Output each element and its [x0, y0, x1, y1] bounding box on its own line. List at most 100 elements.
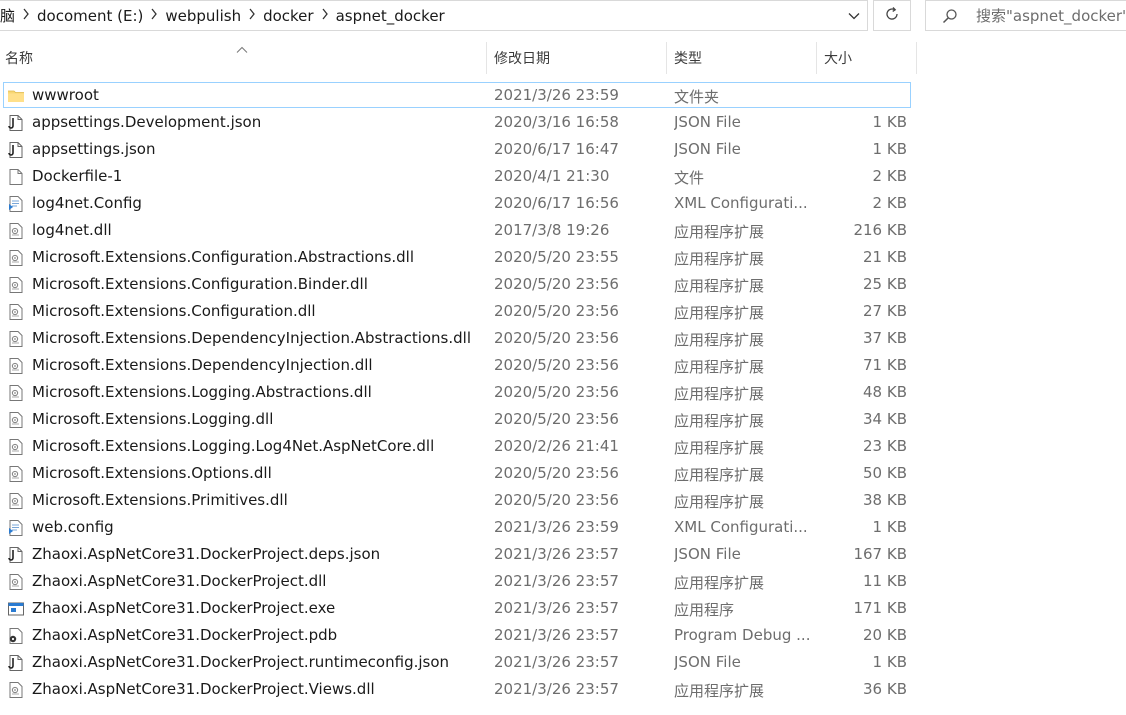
file-size: 38 KB	[863, 491, 907, 509]
column-header-size[interactable]: 大小	[817, 42, 916, 74]
file-type: Program Debug ...	[674, 626, 811, 644]
column-divider[interactable]	[916, 42, 917, 74]
file-name: Microsoft.Extensions.Logging.Abstraction…	[32, 383, 372, 401]
file-type: 应用程序扩展	[674, 250, 765, 268]
refresh-button[interactable]	[873, 0, 911, 31]
file-type: 应用程序扩展	[674, 277, 765, 295]
file-modified-date: 2020/3/16 16:58	[494, 113, 619, 131]
file-modified-date: 2021/3/26 23:57	[494, 653, 619, 671]
file-modified-date: 2020/5/20 23:56	[494, 410, 619, 428]
file-name: appsettings.Development.json	[32, 113, 262, 131]
json-file-icon	[7, 654, 25, 672]
file-name: Microsoft.Extensions.Logging.dll	[32, 410, 274, 428]
chevron-down-icon[interactable]	[841, 1, 867, 30]
column-header-label: 大小	[824, 51, 852, 67]
file-row[interactable]: appsettings.Development.json 2020/3/16 16…	[0, 109, 917, 136]
breadcrumb-item[interactable]: docoment (E:)	[37, 7, 143, 25]
file-row[interactable]: Microsoft.Extensions.Configuration.Binde…	[0, 271, 917, 298]
file-row[interactable]: Microsoft.Extensions.DependencyInjection…	[0, 325, 917, 352]
breadcrumb-item[interactable]: webpulish	[165, 7, 241, 25]
file-modified-date: 2020/6/17 16:56	[494, 194, 619, 212]
file-row[interactable]: Microsoft.Extensions.Logging.Abstraction…	[0, 379, 917, 406]
file-type: XML Configurati...	[674, 194, 808, 212]
file-type: 应用程序扩展	[674, 304, 765, 322]
file-row[interactable]: Microsoft.Extensions.Logging.dll 2020/5/2…	[0, 406, 917, 433]
file-row[interactable]: Microsoft.Extensions.Primitives.dll 2020/…	[0, 487, 917, 514]
file-type: 应用程序扩展	[674, 331, 765, 349]
search-icon	[942, 8, 964, 24]
column-header-type[interactable]: 类型	[667, 42, 816, 74]
breadcrumb-item[interactable]: aspnet_docker	[336, 7, 445, 25]
dll-file-icon	[7, 465, 25, 483]
file-row[interactable]: Zhaoxi.AspNetCore31.DockerProject.exe 202…	[0, 595, 917, 622]
file-size: 167 KB	[853, 545, 907, 563]
dll-file-icon	[7, 573, 25, 591]
file-size: 71 KB	[863, 356, 907, 374]
file-size: 171 KB	[853, 599, 907, 617]
column-header-date[interactable]: 修改日期	[487, 42, 666, 74]
file-type: 应用程序扩展	[674, 493, 765, 511]
dll-file-icon	[7, 357, 25, 375]
file-modified-date: 2021/3/26 23:59	[494, 86, 619, 104]
file-row[interactable]: Zhaoxi.AspNetCore31.DockerProject.dll 202…	[0, 568, 917, 595]
file-row[interactable]: Dockerfile-1 2020/4/1 21:30 文件 2 KB	[0, 163, 917, 190]
file-modified-date: 2017/3/8 19:26	[494, 221, 610, 239]
file-name: Microsoft.Extensions.Configuration.Binde…	[32, 275, 368, 293]
file-type: 应用程序扩展	[674, 223, 765, 241]
breadcrumb-item[interactable]: 脑	[0, 5, 15, 26]
file-row[interactable]: log4net.Config 2020/6/17 16:56 XML Configu…	[0, 190, 917, 217]
file-type: 应用程序扩展	[674, 466, 765, 484]
folder-icon	[7, 87, 25, 105]
file-size: 1 KB	[872, 653, 907, 671]
chevron-right-icon[interactable]	[314, 8, 336, 24]
file-row[interactable]: appsettings.json 2020/6/17 16:47 JSON File…	[0, 136, 917, 163]
file-row[interactable]: Microsoft.Extensions.Logging.Log4Net.Asp…	[0, 433, 917, 460]
search-input[interactable]: 搜索"aspnet_docker"	[925, 0, 1126, 31]
file-size: 20 KB	[863, 626, 907, 644]
file-row[interactable]: Zhaoxi.AspNetCore31.DockerProject.deps.j…	[0, 541, 917, 568]
file-size: 1 KB	[872, 518, 907, 536]
file-row[interactable]: web.config 2021/3/26 23:59 XML Configurati…	[0, 514, 917, 541]
file-modified-date: 2020/5/20 23:56	[494, 329, 619, 347]
file-modified-date: 2020/6/17 16:47	[494, 140, 619, 158]
file-row[interactable]: Microsoft.Extensions.DependencyInjection…	[0, 352, 917, 379]
column-header-label: 修改日期	[494, 51, 550, 67]
file-size: 1 KB	[872, 140, 907, 158]
breadcrumb-item[interactable]: docker	[263, 7, 314, 25]
file-name: Zhaoxi.AspNetCore31.DockerProject.pdb	[32, 626, 338, 644]
chevron-right-icon[interactable]	[241, 8, 263, 24]
json-file-icon	[7, 546, 25, 564]
dll-file-icon	[7, 492, 25, 510]
file-modified-date: 2021/3/26 23:57	[494, 599, 619, 617]
file-modified-date: 2020/5/20 23:56	[494, 464, 619, 482]
file-row[interactable]: Zhaoxi.AspNetCore31.DockerProject.pdb 202…	[0, 622, 917, 649]
chevron-right-icon[interactable]	[15, 8, 37, 24]
file-row[interactable]: log4net.dll 2017/3/8 19:26 应用程序扩展 216 KB	[0, 217, 917, 244]
file-row[interactable]: Microsoft.Extensions.Configuration.dll 20…	[0, 298, 917, 325]
file-modified-date: 2020/5/20 23:56	[494, 383, 619, 401]
file-size: 11 KB	[863, 572, 907, 590]
file-row[interactable]: Microsoft.Extensions.Configuration.Abstr…	[0, 244, 917, 271]
file-name: web.config	[32, 518, 114, 536]
file-row[interactable]: Zhaoxi.AspNetCore31.DockerProject.runtim…	[0, 649, 917, 676]
file-modified-date: 2020/2/26 21:41	[494, 437, 619, 455]
file-modified-date: 2020/5/20 23:56	[494, 302, 619, 320]
file-size: 34 KB	[863, 410, 907, 428]
dll-file-icon	[7, 438, 25, 456]
search-placeholder: 搜索"aspnet_docker"	[976, 7, 1126, 25]
chevron-right-icon[interactable]	[143, 8, 165, 24]
config-file-icon	[7, 195, 25, 213]
column-header-label: 类型	[674, 51, 702, 67]
file-name: appsettings.json	[32, 140, 156, 158]
address-bar[interactable]: 脑 docoment (E:) webpulish docker aspnet_…	[0, 0, 868, 31]
column-header-label: 名称	[5, 51, 33, 67]
file-size: 48 KB	[863, 383, 907, 401]
dll-file-icon	[7, 330, 25, 348]
file-type: 应用程序扩展	[674, 682, 765, 700]
file-row[interactable]: Microsoft.Extensions.Options.dll 2020/5/2…	[0, 460, 917, 487]
file-type: XML Configurati...	[674, 518, 808, 536]
column-header-name[interactable]: 名称	[0, 42, 486, 74]
file-row[interactable]: Zhaoxi.AspNetCore31.DockerProject.Views.…	[0, 676, 917, 703]
file-row[interactable]: wwwroot 2021/3/26 23:59 文件夹	[0, 82, 917, 109]
file-modified-date: 2020/5/20 23:55	[494, 248, 619, 266]
